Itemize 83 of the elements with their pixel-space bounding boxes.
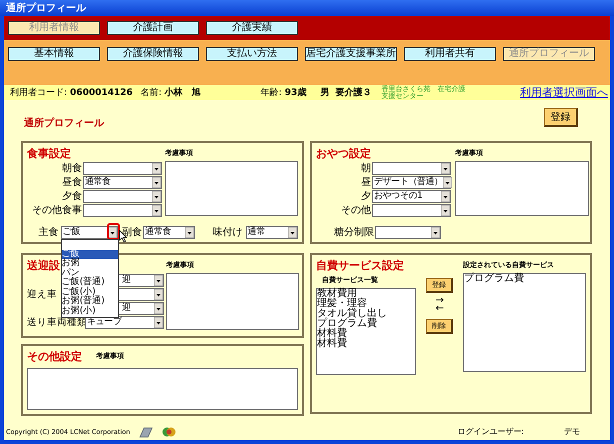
caret-icon: [154, 288, 163, 300]
field-label: その他: [340, 204, 372, 217]
left-arrow: ←: [435, 305, 444, 313]
caret-icon: [441, 204, 450, 216]
age-label: 年齢:: [260, 86, 282, 99]
field-label: 朝食: [61, 162, 83, 175]
caret-icon: [154, 274, 163, 286]
dropdown-field[interactable]: キューブ: [85, 316, 164, 328]
caret-icon: [152, 176, 161, 188]
list-item[interactable]: 教材費用: [317, 289, 415, 299]
user-sex: 男: [320, 86, 330, 99]
field-label: 味付け: [212, 226, 244, 239]
sub-tab[interactable]: 基本情報: [8, 47, 100, 61]
login-user: デモ: [564, 426, 580, 437]
field-label: 夕: [360, 190, 372, 203]
caret-icon: [288, 226, 297, 238]
dropdown-field[interactable]: ご飯: [60, 226, 118, 238]
caret-icon: [441, 190, 450, 202]
dropdown-field[interactable]: [83, 162, 162, 174]
caret-icon: [442, 176, 452, 188]
caret-icon: [152, 162, 161, 174]
list-item[interactable]: プログラム費: [317, 319, 415, 329]
login-label: ログインユーザー:: [457, 426, 524, 437]
dropdown-field[interactable]: [83, 190, 162, 202]
dropdown-field[interactable]: デザート（普通）: [372, 176, 451, 188]
list-item[interactable]: 理髪・理容: [317, 299, 415, 309]
notes-field[interactable]: [27, 368, 298, 410]
dropdown-field[interactable]: [83, 204, 162, 216]
dropdown-field[interactable]: 通常: [246, 226, 298, 238]
notes-field[interactable]: [165, 161, 298, 216]
list-item[interactable]: プログラム費: [464, 274, 585, 284]
list-item[interactable]: 材料費: [317, 329, 415, 339]
sub-tab[interactable]: 介護保険情報: [107, 47, 199, 61]
caret-icon: [152, 204, 161, 216]
care-level: 要介護３: [335, 86, 372, 99]
dropdown-field[interactable]: 通常食: [143, 226, 196, 238]
main-tab[interactable]: 介護実績: [206, 21, 298, 35]
notes-field[interactable]: [166, 273, 299, 330]
code-label: 利用者コード:: [10, 86, 68, 99]
notes-field[interactable]: [455, 161, 589, 216]
field-label: 主食: [38, 226, 60, 239]
dropdown-field[interactable]: 通常食: [83, 176, 162, 188]
main-tab[interactable]: 介護計画: [107, 21, 199, 35]
panel-title: 送迎設: [27, 258, 60, 273]
user-age: 93歳: [284, 86, 306, 99]
caret-icon: [154, 302, 163, 314]
user-name: 小林 旭: [164, 86, 201, 99]
dropdown-field[interactable]: おやつその1: [372, 190, 451, 202]
list-item[interactable]: 材料費: [317, 339, 415, 349]
sub-tab[interactable]: 居宅介護支援事業所: [305, 47, 397, 61]
dropdown-field[interactable]: [375, 226, 441, 238]
caret-icon: [431, 226, 440, 238]
user-code: 0600014126: [70, 88, 133, 98]
page-title: 通所プロフィール: [23, 116, 104, 130]
panel-title: 食事設定: [27, 146, 71, 161]
caret-icon: [154, 316, 163, 328]
field-label: その他食事: [31, 204, 83, 217]
right-arrow: →: [435, 297, 444, 305]
field-label: 昼食: [61, 176, 83, 189]
panel-title: その他設定: [27, 349, 82, 364]
dropdown-option[interactable]: お粥: [62, 259, 118, 269]
caret-icon: [185, 226, 194, 238]
field-label: 夕食: [61, 190, 83, 203]
sub-tab[interactable]: 利用者共有: [404, 47, 496, 61]
register-button[interactable]: 登録: [544, 108, 578, 127]
field-label: 昼: [360, 176, 372, 189]
dropdown-field[interactable]: [372, 162, 451, 174]
panel-title: おやつ設定: [316, 146, 371, 161]
dropdown-field[interactable]: [372, 204, 451, 216]
field-label: 迎え車: [27, 288, 58, 300]
field-label: 糖分制限: [333, 226, 375, 239]
window-title: 通所プロフィール: [6, 1, 86, 15]
panel-title: 自費サービス設定: [316, 258, 404, 273]
service-list[interactable]: 教材費用 理髪・理容 タオル貸し出し プログラム費 材料費 材料費: [316, 288, 416, 375]
color-circle-icon[interactable]: [162, 426, 176, 438]
name-label: 名前:: [140, 86, 162, 99]
selected-service-list[interactable]: プログラム費: [463, 273, 586, 372]
field-label: 朝: [360, 162, 372, 175]
sub-tab[interactable]: 支払い方法: [206, 47, 298, 61]
list-item[interactable]: タオル貸し出し: [317, 309, 415, 319]
user-select-link[interactable]: 利用者選択画面へ: [520, 85, 608, 100]
caret-icon: [441, 162, 450, 174]
caret-icon: [152, 190, 161, 202]
